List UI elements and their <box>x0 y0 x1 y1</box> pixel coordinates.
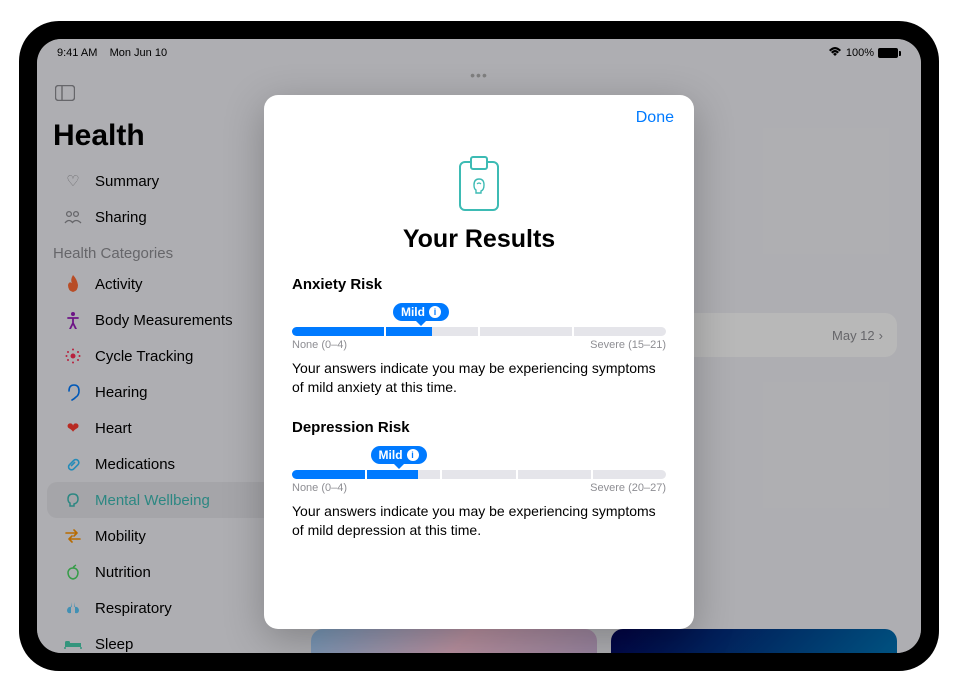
slider-segment <box>574 327 666 336</box>
info-icon: i <box>429 306 441 318</box>
slider-low-label: None (0–4) <box>292 339 347 351</box>
anxiety-risk-block: Anxiety Risk Mild i None (0–4) Severe (1… <box>292 276 666 397</box>
slider-segment <box>442 470 515 479</box>
slider-segment <box>386 327 478 336</box>
slider-low-label: None (0–4) <box>292 482 347 494</box>
modal-title: Your Results <box>292 225 666 254</box>
depression-slider-labels: None (0–4) Severe (20–27) <box>292 482 666 494</box>
slider-high-label: Severe (20–27) <box>590 482 666 494</box>
clipboard-icon <box>292 161 666 211</box>
slider-segment <box>292 470 365 479</box>
anxiety-slider <box>292 327 666 336</box>
results-modal: Done Your Results Anxiety Risk Mild i <box>264 95 694 629</box>
depression-risk-block: Depression Risk Mild i None (0–4) <box>292 419 666 540</box>
anxiety-slider-labels: None (0–4) Severe (15–21) <box>292 339 666 351</box>
depression-badge[interactable]: Mild i <box>371 446 427 464</box>
anxiety-description: Your answers indicate you may be experie… <box>292 359 666 397</box>
slider-segment <box>518 470 591 479</box>
depression-risk-label: Depression Risk <box>292 419 666 436</box>
ipad-frame: 9:41 AM Mon Jun 10 100% ••• Hea <box>19 21 939 671</box>
slider-segment <box>593 470 666 479</box>
anxiety-badge-text: Mild <box>401 305 425 319</box>
depression-description: Your answers indicate you may be experie… <box>292 502 666 540</box>
anxiety-risk-label: Anxiety Risk <box>292 276 666 293</box>
slider-segment <box>480 327 572 336</box>
anxiety-badge[interactable]: Mild i <box>393 303 449 321</box>
slider-segment <box>367 470 440 479</box>
slider-high-label: Severe (15–21) <box>590 339 666 351</box>
done-button[interactable]: Done <box>636 109 674 127</box>
screen: 9:41 AM Mon Jun 10 100% ••• Hea <box>37 39 921 653</box>
depression-badge-text: Mild <box>379 448 403 462</box>
slider-segment <box>292 327 384 336</box>
depression-slider <box>292 470 666 479</box>
info-icon: i <box>407 449 419 461</box>
